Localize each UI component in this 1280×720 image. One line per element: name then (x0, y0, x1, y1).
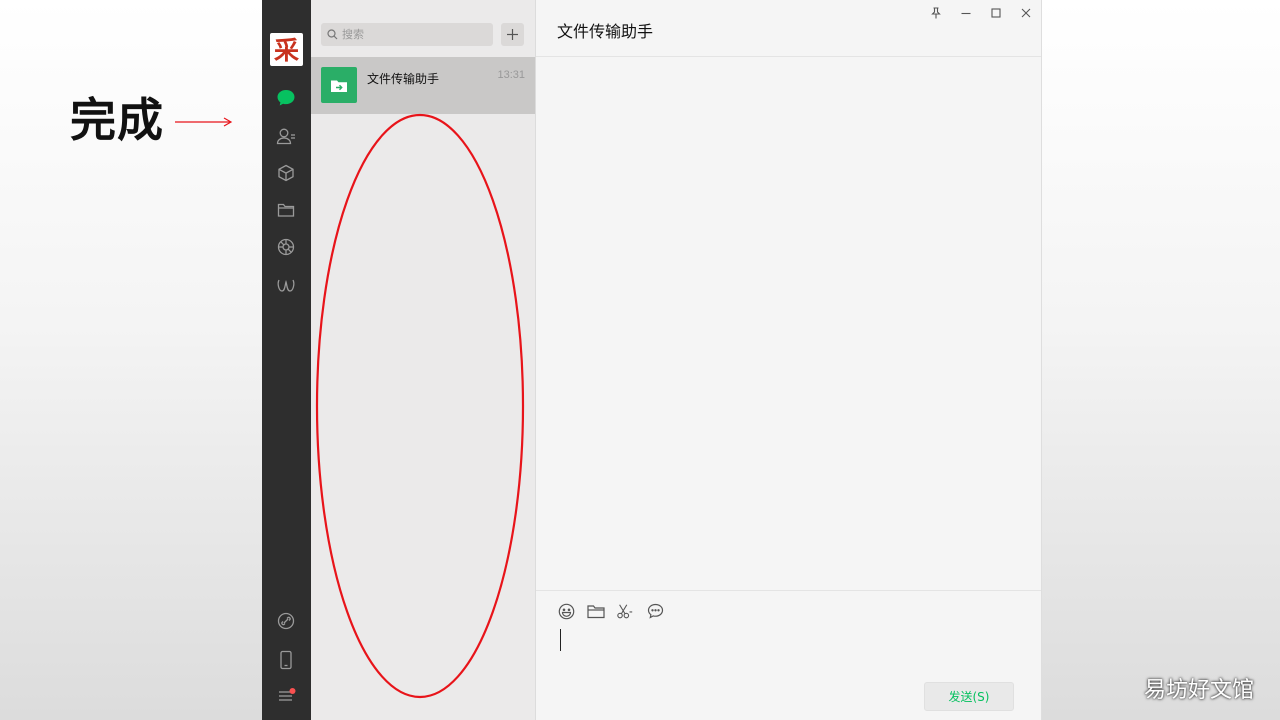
chat-history-icon[interactable] (646, 602, 664, 620)
file-transfer-icon (321, 67, 357, 103)
menu-icon[interactable] (274, 684, 298, 708)
conversation-title: 文件传输助手 (557, 22, 654, 41)
annotation-label: 完成 (70, 93, 164, 147)
nav-sidebar: 采 (262, 0, 311, 720)
wechat-window: 采 搜索 文件传输助手 13:31 文件传输助手 发送(S) (262, 0, 1042, 720)
maximize-icon[interactable] (987, 5, 1005, 21)
annotation-arrow (175, 117, 233, 127)
favorites-icon[interactable] (274, 161, 298, 185)
add-button[interactable] (501, 23, 524, 46)
close-icon[interactable] (1017, 5, 1035, 21)
moments-icon[interactable] (274, 235, 298, 259)
conversation-panel: 文件传输助手 发送(S) (536, 0, 1042, 720)
chat-item-time: 13:31 (497, 69, 525, 81)
search-box[interactable] (321, 23, 493, 46)
chat-list-panel: 文件传输助手 13:31 (311, 0, 536, 720)
text-caret (560, 629, 561, 651)
search-icon (327, 29, 338, 40)
pin-icon[interactable] (927, 5, 945, 21)
avatar-image: 采 (271, 34, 302, 65)
plus-icon (507, 29, 518, 40)
files-icon[interactable] (274, 198, 298, 222)
chat-item-name: 文件传输助手 (367, 72, 440, 86)
message-input[interactable] (560, 627, 1020, 667)
scissors-icon[interactable] (616, 602, 634, 620)
user-avatar[interactable]: 采 (270, 33, 303, 66)
message-input-area: 发送(S) (536, 590, 1041, 720)
mini-programs-icon[interactable] (274, 274, 298, 298)
chat-icon[interactable] (274, 86, 298, 110)
contacts-icon[interactable] (274, 124, 298, 148)
watermark: 易坊好文馆 (1143, 678, 1254, 703)
avatar-char: 采 (274, 36, 299, 65)
folder-icon[interactable] (587, 602, 605, 620)
phone-icon[interactable] (274, 648, 298, 672)
send-button[interactable]: 发送(S) (924, 682, 1014, 711)
minimize-icon[interactable] (957, 5, 975, 21)
link-icon[interactable] (274, 609, 298, 633)
search-input[interactable] (342, 28, 482, 41)
emoji-icon[interactable] (557, 602, 575, 620)
chat-list-item[interactable]: 文件传输助手 13:31 (311, 57, 535, 114)
conversation-header: 文件传输助手 (536, 0, 1041, 57)
